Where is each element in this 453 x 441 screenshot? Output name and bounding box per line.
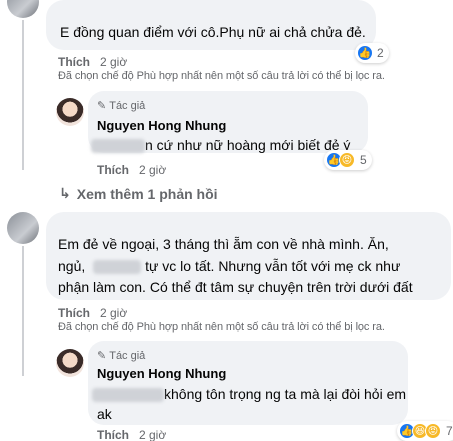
timestamp[interactable]: 2 giờ (100, 55, 127, 69)
pencil-icon: ✎ (97, 100, 107, 112)
reply-actions: Thích 2 giờ (97, 163, 166, 177)
reaction-count[interactable]: 👍 😆 😡 7 (397, 421, 453, 441)
redacted-text (92, 388, 164, 403)
comment-text: E đồng quan điểm với cô.Phụ nữ ai chả ch… (60, 24, 366, 40)
like-button[interactable]: Thích (97, 428, 129, 441)
reply-text-line: ak (97, 406, 112, 422)
reaction-count[interactable]: 👍 😡 5 (324, 150, 372, 170)
author-name[interactable]: Nguyen Hong Nhung (97, 366, 226, 381)
thread-line (22, 20, 24, 170)
comment-bubble: Em đẻ về ngoại, 3 tháng thì ẵm con về nh… (46, 212, 451, 300)
comment-bubble: E đồng quan điểm với cô.Phụ nữ ai chả ch… (46, 0, 376, 50)
reply-actions: Thích 2 giờ (97, 428, 166, 441)
comment-actions: Thích 2 giờ (58, 55, 127, 69)
reply-bubble: ✎ Tác giả Nguyen Hong Nhung n cứ như nữ … (88, 91, 368, 155)
filter-notice: Đã chọn chế độ Phù hợp nhất nên một số c… (58, 70, 385, 82)
pencil-icon: ✎ (97, 350, 107, 362)
author-avatar[interactable] (56, 349, 84, 377)
reply-arrow-icon: ↳ (59, 185, 71, 201)
like-button[interactable]: Thích (58, 55, 90, 69)
reaction-count[interactable]: 👍 2 (355, 43, 389, 63)
commenter-avatar[interactable] (7, 0, 39, 18)
timestamp[interactable]: 2 giờ (100, 306, 127, 320)
author-badge: ✎ Tác giả (97, 99, 146, 113)
thread-line (22, 246, 24, 376)
author-avatar[interactable] (56, 98, 84, 126)
author-name[interactable]: Nguyen Hong Nhung (97, 118, 226, 133)
comment-text-line: ngủ, tự vc lo tất. Nhưng vẫn tốt với mẹ … (58, 258, 401, 275)
view-more-replies[interactable]: ↳ Xem thêm 1 phản hồi (59, 185, 218, 202)
comment-text-line: phận làm con. Có thể đt tâm sự chuyện tr… (58, 279, 413, 295)
reply-bubble: ✎ Tác giả Nguyen Hong Nhung không tôn tr… (88, 341, 408, 425)
timestamp[interactable]: 2 giờ (139, 428, 166, 441)
redacted-text (93, 260, 142, 275)
filter-notice: Đã chọn chế độ Phù hợp nhất nên một số c… (58, 321, 385, 333)
like-button[interactable]: Thích (58, 306, 90, 320)
commenter-avatar[interactable] (7, 212, 39, 244)
reply-text-line: không tôn trọng ng ta mà lại đòi hỏi em (92, 384, 406, 404)
comment-text-line: Em đẻ về ngoại, 3 tháng thì ẵm con về nh… (58, 236, 389, 252)
angry-reaction-icon: 😡 (425, 423, 441, 439)
timestamp[interactable]: 2 giờ (139, 163, 166, 177)
author-badge: ✎ Tác giả (97, 349, 146, 363)
comment-actions: Thích 2 giờ (58, 306, 127, 320)
redacted-text (91, 139, 145, 154)
like-reaction-icon: 👍 (357, 45, 373, 61)
like-button[interactable]: Thích (97, 163, 129, 177)
angry-reaction-icon: 😡 (339, 152, 355, 168)
reply-text: n cứ như nữ hoàng mới biết đẻ ý (91, 135, 350, 155)
